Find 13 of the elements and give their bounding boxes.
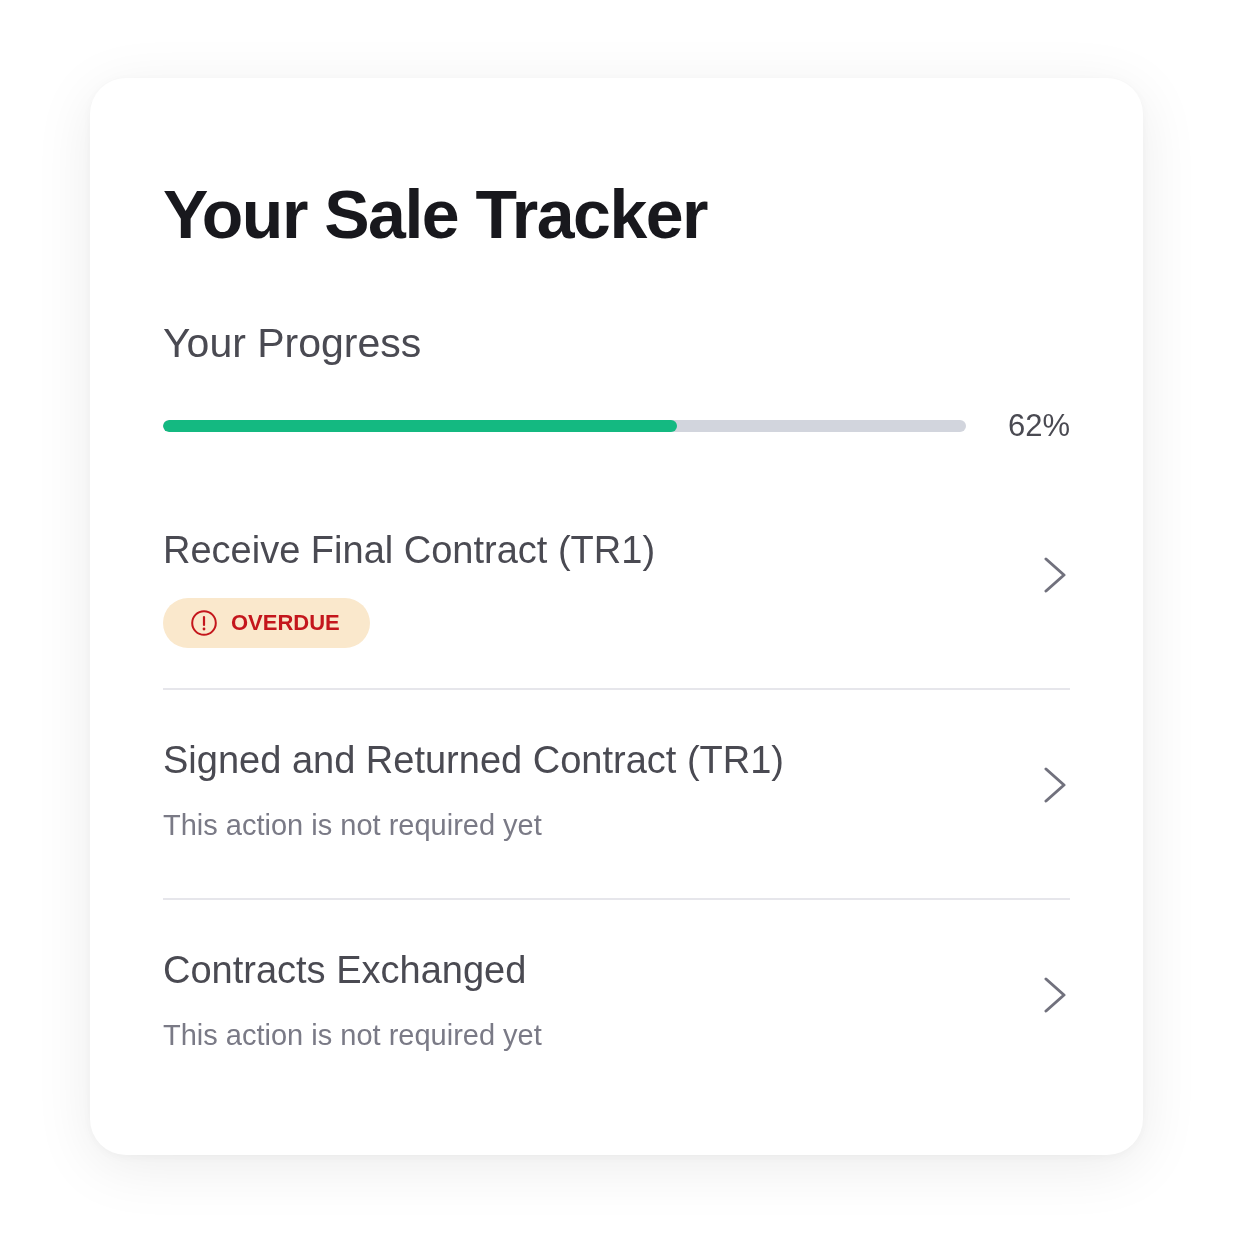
- progress-percent: 62%: [1007, 408, 1070, 444]
- chevron-right-icon[interactable]: [1044, 557, 1066, 593]
- chevron-right-icon[interactable]: [1044, 767, 1066, 803]
- progress-label: Your Progress: [163, 319, 422, 367]
- step-title: Receive Final Contract (TR1): [163, 528, 656, 572]
- step-note: This action is not required yet: [163, 1018, 542, 1053]
- step-title: Signed and Returned Contract (TR1): [163, 738, 784, 782]
- tracker-title: Your Sale Tracker: [163, 179, 707, 249]
- step-note: This action is not required yet: [163, 808, 542, 843]
- chevron-right-icon[interactable]: [1044, 977, 1066, 1013]
- alert-icon: [191, 610, 217, 636]
- badge-label: OVERDUE: [231, 610, 340, 636]
- step-title: Contracts Exchanged: [163, 948, 527, 992]
